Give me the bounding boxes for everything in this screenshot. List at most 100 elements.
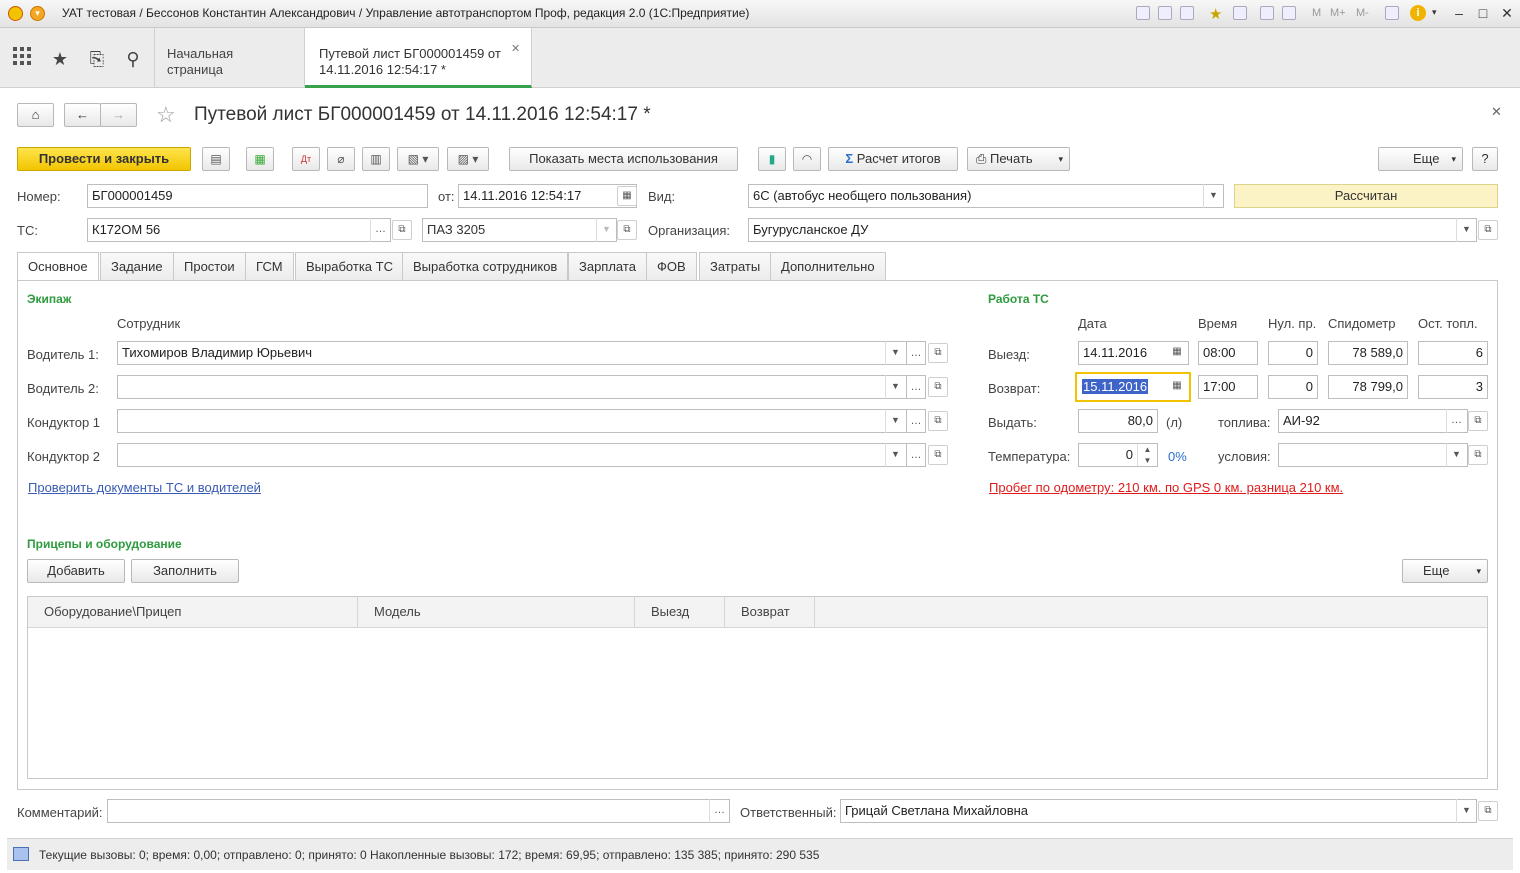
star-icon[interactable]: ★ [47, 46, 73, 72]
check-documents-link[interactable]: Проверить документы ТС и водителей [28, 480, 261, 495]
forward-button[interactable]: → [100, 103, 137, 127]
chevron-down-icon[interactable]: ▼ [885, 375, 905, 399]
return-speedometer-field[interactable]: 78 799,0 [1328, 375, 1408, 399]
column-header-model[interactable]: Модель [358, 597, 635, 628]
tab-main[interactable]: Основное [17, 252, 99, 281]
history-icon[interactable]: ⎘ [84, 46, 110, 72]
post-and-close-button[interactable]: Провести и закрыть [17, 147, 191, 171]
conductor2-select-button[interactable]: … [906, 443, 926, 467]
calendar-icon[interactable]: ▦ [1167, 343, 1187, 363]
minimize-icon[interactable]: – [1448, 3, 1470, 23]
driver2-open-icon[interactable]: ⧉ [928, 377, 948, 397]
create-based-icon[interactable]: ▦ [246, 147, 274, 171]
help-button[interactable]: ? [1472, 147, 1498, 171]
add-button[interactable]: Добавить [27, 559, 125, 583]
ts-field[interactable]: К172ОМ 56 [87, 218, 391, 242]
date-field[interactable]: 14.11.2016 12:54:17 [458, 184, 637, 208]
conductor2-open-icon[interactable]: ⧉ [928, 445, 948, 465]
departure-speedometer-field[interactable]: 78 589,0 [1328, 341, 1408, 365]
comment-edit-button[interactable]: … [709, 799, 729, 823]
generate-icon[interactable]: ▨ ▾ [447, 147, 489, 171]
more-button[interactable]: Еще ▾ [1378, 147, 1463, 171]
close-form-icon[interactable]: ✕ [1491, 104, 1502, 120]
fuel-type-select-button[interactable]: … [1446, 409, 1466, 433]
comment-field[interactable] [107, 799, 730, 823]
conductor1-field[interactable] [117, 409, 907, 433]
chevron-down-icon[interactable]: ▾ [1432, 7, 1437, 18]
odometer-warning-link[interactable]: Пробег по одометру: 210 км. по GPS 0 км.… [989, 480, 1343, 495]
tab-fov[interactable]: ФОВ [646, 252, 697, 280]
issue-field[interactable]: 80,0 [1078, 409, 1158, 433]
column-header-return[interactable]: Возврат [725, 597, 815, 628]
driver1-select-button[interactable]: … [906, 341, 926, 365]
fill-button[interactable]: Заполнить [131, 559, 239, 583]
responsible-open-icon[interactable]: ⧉ [1478, 801, 1498, 821]
home-button[interactable]: ⌂ [17, 103, 54, 127]
print-icon[interactable] [1158, 6, 1172, 20]
tab-costs[interactable]: Затраты [699, 252, 772, 280]
memory-plus-button[interactable]: M+ [1330, 7, 1346, 19]
conditions-field[interactable] [1278, 443, 1468, 467]
gauge-icon[interactable]: ◠ [793, 147, 821, 171]
column-header-departure[interactable]: Выезд [635, 597, 725, 628]
tab-task[interactable]: Задание [100, 252, 174, 280]
return-time-field[interactable]: 17:00 [1198, 375, 1258, 399]
fuel-type-field[interactable]: АИ-92 [1278, 409, 1468, 433]
save-icon[interactable] [1136, 6, 1150, 20]
fuel-type-open-icon[interactable]: ⧉ [1468, 411, 1488, 431]
kind-select[interactable]: 6С (автобус необщего пользования) [748, 184, 1224, 208]
favorite-star-icon[interactable]: ☆ [156, 102, 176, 128]
phone-icon[interactable]: ▮ [758, 147, 786, 171]
column-header-equipment[interactable]: Оборудование\Прицеп [28, 597, 358, 628]
favorites-icon[interactable]: ★ [1209, 5, 1222, 23]
tab-fuel[interactable]: ГСМ [245, 252, 294, 280]
search-icon[interactable]: ⚲ [120, 46, 146, 72]
number-field[interactable]: БГ000001459 [87, 184, 428, 208]
chevron-down-icon[interactable]: ▼ [885, 443, 905, 467]
departure-time-field[interactable]: 08:00 [1198, 341, 1258, 365]
responsible-field[interactable]: Грицай Светлана Михайловна [840, 799, 1477, 823]
tab-salary[interactable]: Зарплата [568, 252, 647, 280]
tab-staff-output[interactable]: Выработка сотрудников [402, 252, 569, 280]
conductor1-open-icon[interactable]: ⧉ [928, 411, 948, 431]
calendar-icon[interactable] [1282, 6, 1296, 20]
back-button[interactable]: ← [64, 103, 101, 127]
tab-home[interactable]: Начальная страница [155, 28, 305, 88]
org-field[interactable]: Бугурусланское ДУ [748, 218, 1477, 242]
ts-select-button[interactable]: … [370, 218, 390, 242]
driver2-select-button[interactable]: … [906, 375, 926, 399]
app-menu-icon[interactable]: ▾ [30, 6, 45, 21]
memory-minus-button[interactable]: M- [1356, 7, 1369, 19]
close-icon[interactable]: ✕ [1496, 3, 1518, 23]
temperature-stepper[interactable]: ▲ ▼ [1137, 444, 1157, 466]
panels-icon[interactable] [1385, 6, 1399, 20]
maximize-icon[interactable]: □ [1472, 3, 1494, 23]
related-docs-icon[interactable]: ▧ ▾ [397, 147, 439, 171]
monitor-icon[interactable] [13, 847, 29, 861]
print-button[interactable]: ⎙ Печать ▾ [967, 147, 1070, 171]
calendar-icon[interactable]: ▦ [1167, 377, 1187, 397]
calendar-icon[interactable]: ▦ [617, 186, 637, 206]
tab-close-icon[interactable]: ✕ [511, 42, 520, 55]
org-open-icon[interactable]: ⧉ [1478, 220, 1498, 240]
calculator-icon[interactable] [1260, 6, 1274, 20]
attach-icon[interactable]: ⌀ [327, 147, 355, 171]
tab-downtime[interactable]: Простои [173, 252, 246, 280]
accounting-entries-icon[interactable]: Дт [292, 147, 320, 171]
info-icon[interactable]: i [1410, 5, 1426, 21]
trailers-more-button[interactable]: Еще ▾ [1402, 559, 1488, 583]
ts-open-icon[interactable]: ⧉ [392, 220, 412, 240]
tab-additional[interactable]: Дополнительно [770, 252, 886, 280]
tab-ts-output[interactable]: Выработка ТС [295, 252, 404, 280]
show-usage-button[interactable]: Показать места использования [509, 147, 738, 171]
chevron-down-icon[interactable]: ▼ [1456, 218, 1476, 242]
save-doc-icon[interactable]: ▤ [202, 147, 230, 171]
tab-waybill[interactable]: Путевой лист БГ000001459 от 14.11.2016 1… [305, 28, 532, 88]
memory-m-button[interactable]: M [1312, 7, 1321, 19]
chevron-down-icon[interactable]: ▼ [885, 409, 905, 433]
chevron-down-icon[interactable]: ▼ [1446, 443, 1466, 467]
driver2-field[interactable] [117, 375, 907, 399]
driver1-open-icon[interactable]: ⧉ [928, 343, 948, 363]
driver1-field[interactable]: Тихомиров Владимир Юрьевич [117, 341, 907, 365]
ts-model-open-icon[interactable]: ⧉ [617, 220, 637, 240]
